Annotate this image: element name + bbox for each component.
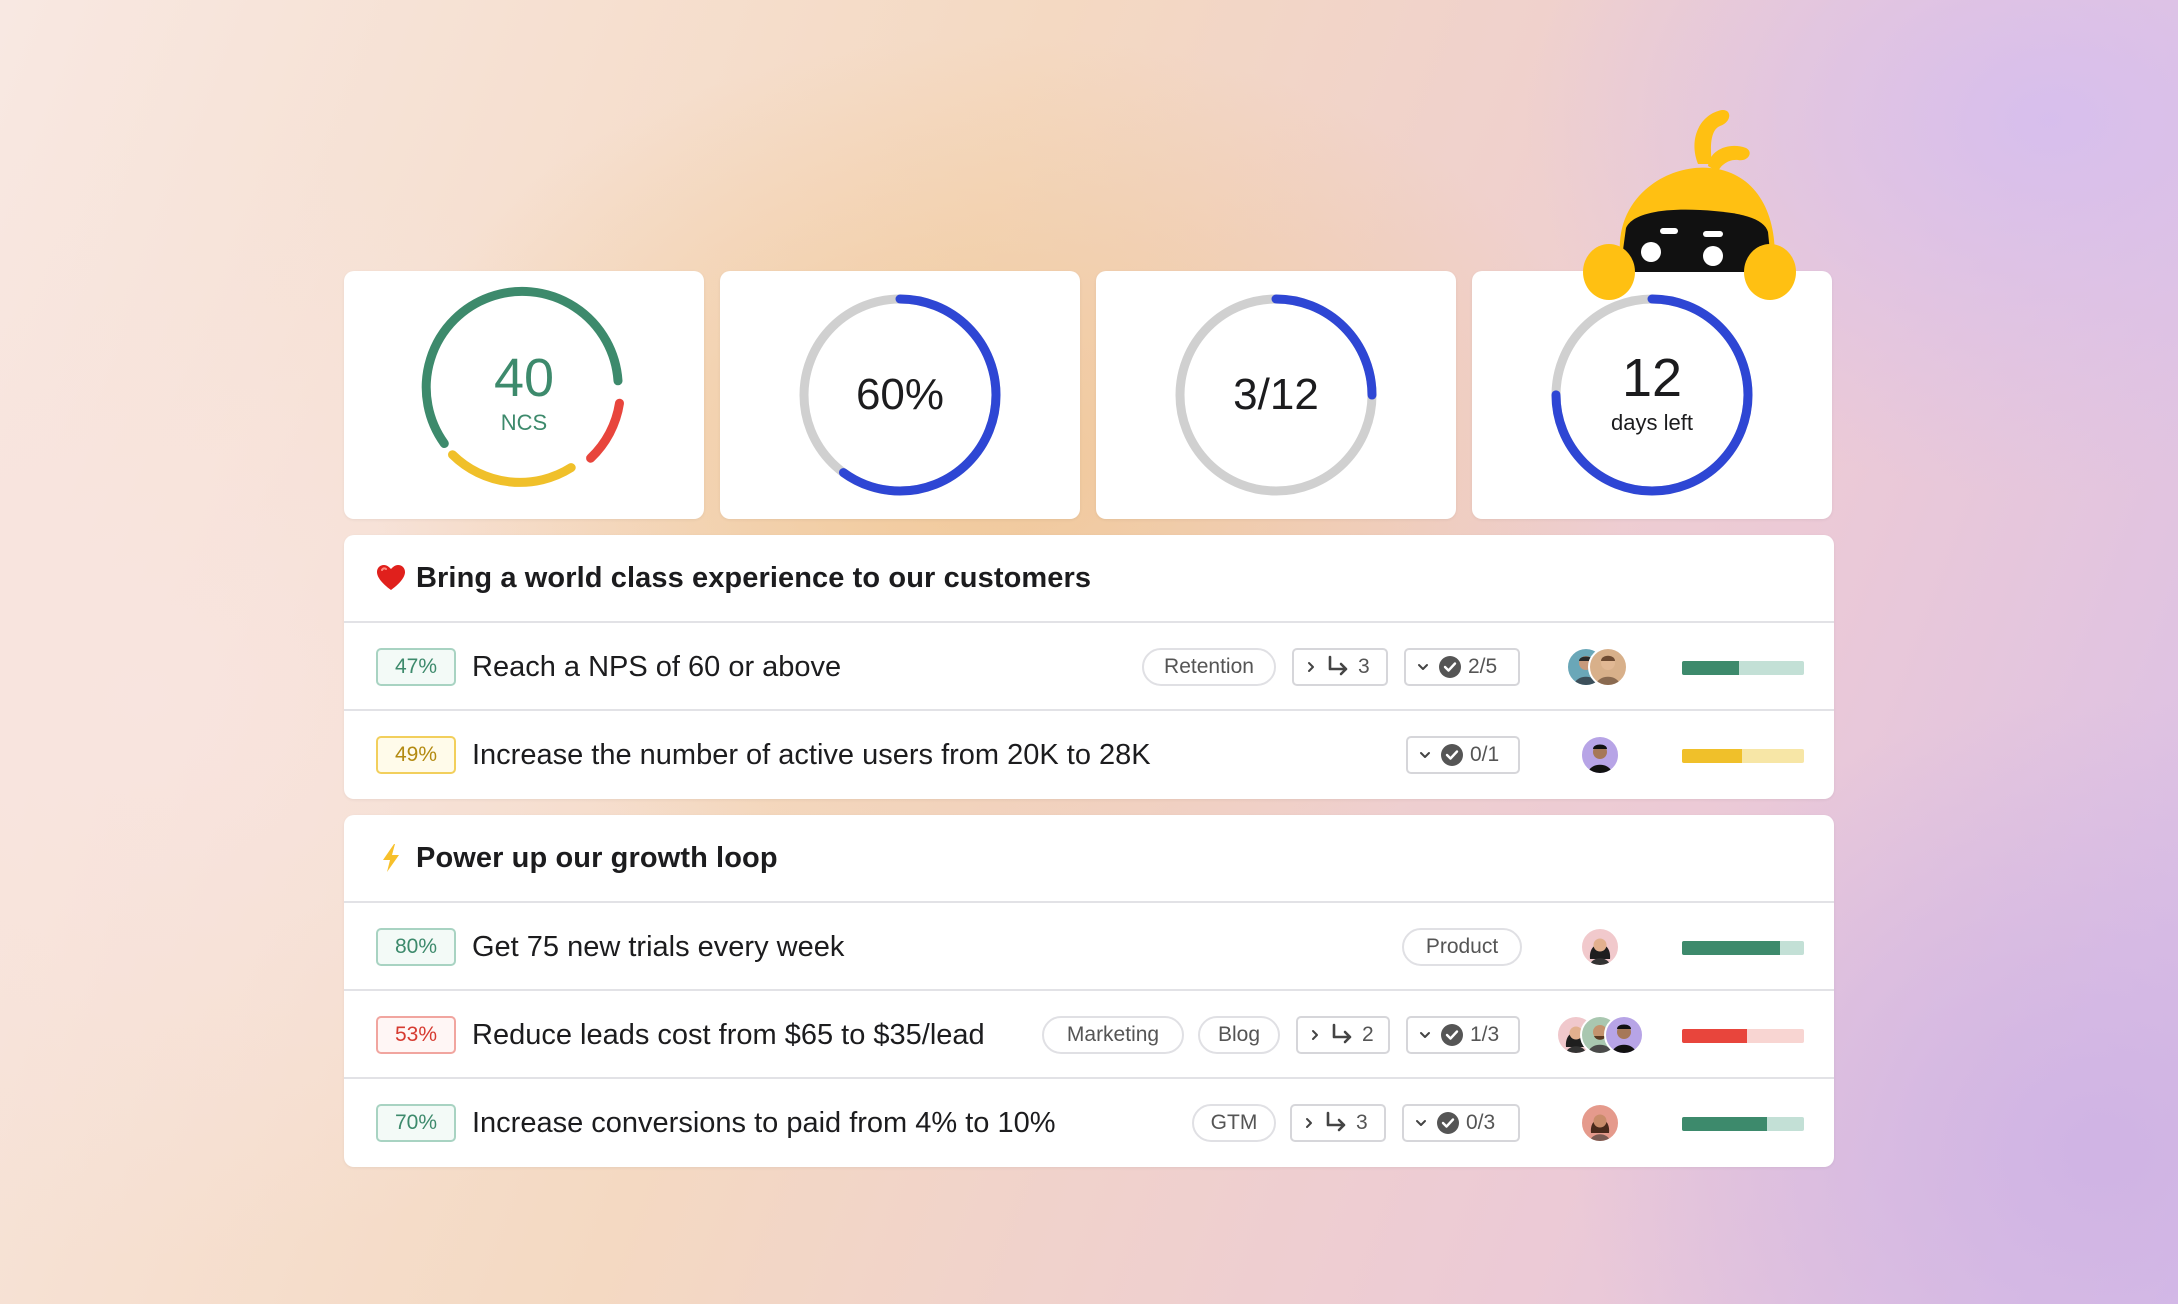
objective-title: Power up our growth loop [416, 841, 778, 874]
objective-title: Bring a world class experience to our cu… [416, 561, 1092, 594]
ncs-card[interactable]: 40 NCS [344, 271, 704, 519]
kpi-row: 40 NCS 60% 3/12 12 days left [344, 271, 1834, 519]
days-value: 12 [1621, 348, 1683, 408]
percent-badge: 80% [376, 928, 456, 966]
objective-panel-2: Power up our growth loop 80% Get 75 new … [344, 815, 1834, 1167]
assignee-avatars[interactable] [1580, 735, 1620, 775]
heart-icon [374, 561, 408, 595]
objective-header[interactable]: Bring a world class experience to our cu… [344, 535, 1834, 623]
avatar [1580, 735, 1620, 775]
progress-bar [1682, 1029, 1804, 1043]
check-circle-icon [1440, 743, 1464, 767]
objective-panel-1: Bring a world class experience to our cu… [344, 535, 1834, 799]
assignee-avatars[interactable] [1580, 927, 1620, 967]
assignee-avatars[interactable] [1580, 1103, 1620, 1143]
days-label: days left [1611, 410, 1693, 435]
subitem-arrow-icon [1324, 1111, 1350, 1135]
objective-header[interactable]: Power up our growth loop [344, 815, 1834, 903]
chevron-down-icon [1418, 1028, 1432, 1042]
count-card[interactable]: 3/12 [1096, 271, 1456, 519]
tag-blog[interactable]: Blog [1198, 1016, 1280, 1054]
progress-bar [1682, 1117, 1804, 1131]
chevron-down-icon [1418, 748, 1432, 762]
check-count: 0/3 [1466, 1111, 1496, 1134]
tag-product[interactable]: Product [1402, 928, 1522, 966]
percent-badge: 70% [376, 1104, 456, 1142]
key-result-title: Reduce leads cost from $65 to $35/lead [472, 1019, 985, 1051]
percent-badge: 49% [376, 736, 456, 774]
chevron-right-icon [1304, 660, 1318, 674]
percent-badge: 47% [376, 648, 456, 686]
progress-bar [1682, 941, 1804, 955]
checks-toggle[interactable]: 0/1 [1406, 736, 1520, 774]
chevron-right-icon [1302, 1116, 1316, 1130]
assignee-avatars[interactable] [1556, 1015, 1644, 1055]
key-result-title: Get 75 new trials every week [472, 931, 845, 963]
key-result-title: Increase conversions to paid from 4% to … [472, 1107, 1056, 1139]
key-result-title: Reach a NPS of 60 or above [472, 651, 842, 683]
key-result-row[interactable]: 47% Reach a NPS of 60 or above Retention… [344, 623, 1834, 711]
chevron-down-icon [1416, 660, 1430, 674]
checks-toggle[interactable]: 0/3 [1402, 1104, 1520, 1142]
check-count: 0/1 [1470, 743, 1500, 766]
subitems-toggle[interactable]: 2 [1296, 1016, 1390, 1054]
check-count: 2/5 [1468, 655, 1498, 678]
subitem-count: 3 [1356, 1111, 1368, 1134]
mascot-icon [1583, 109, 1796, 300]
progress-bar [1682, 661, 1804, 675]
tag-retention[interactable]: Retention [1142, 648, 1276, 686]
days-card[interactable]: 12 days left [1472, 271, 1832, 519]
tag-gtm[interactable]: GTM [1192, 1104, 1276, 1142]
checks-toggle[interactable]: 1/3 [1406, 1016, 1520, 1054]
subitem-count: 2 [1362, 1023, 1374, 1046]
key-result-row[interactable]: 53% Reduce leads cost from $65 to $35/le… [344, 991, 1834, 1079]
key-result-row[interactable]: 80% Get 75 new trials every week Product [344, 903, 1834, 991]
tag-marketing[interactable]: Marketing [1042, 1016, 1184, 1054]
lightning-icon [374, 841, 408, 875]
check-circle-icon [1438, 655, 1462, 679]
avatar [1604, 1015, 1644, 1055]
check-circle-icon [1436, 1111, 1460, 1135]
key-result-row[interactable]: 49% Increase the number of active users … [344, 711, 1834, 799]
percent-badge: 53% [376, 1016, 456, 1054]
chevron-down-icon [1414, 1116, 1428, 1130]
check-count: 1/3 [1470, 1023, 1500, 1046]
key-result-row[interactable]: 70% Increase conversions to paid from 4%… [344, 1079, 1834, 1167]
chevron-right-icon [1308, 1028, 1322, 1042]
key-result-title: Increase the number of active users from… [472, 739, 1151, 771]
checks-toggle[interactable]: 2/5 [1404, 648, 1520, 686]
subitem-arrow-icon [1330, 1023, 1356, 1047]
progress-bar [1682, 749, 1804, 763]
avatar [1580, 927, 1620, 967]
avatar [1580, 1103, 1620, 1143]
subitem-arrow-icon [1326, 655, 1352, 679]
subitems-toggle[interactable]: 3 [1290, 1104, 1386, 1142]
ncs-label: NCS [500, 410, 548, 435]
count-value: 3/12 [1233, 370, 1319, 419]
avatar [1588, 647, 1628, 687]
progress-card[interactable]: 60% [720, 271, 1080, 519]
assignee-avatars[interactable] [1566, 647, 1634, 687]
ncs-value: 40 [493, 348, 555, 408]
check-circle-icon [1440, 1023, 1464, 1047]
subitem-count: 3 [1358, 655, 1370, 678]
subitems-toggle[interactable]: 3 [1292, 648, 1388, 686]
progress-value: 60% [855, 370, 945, 419]
